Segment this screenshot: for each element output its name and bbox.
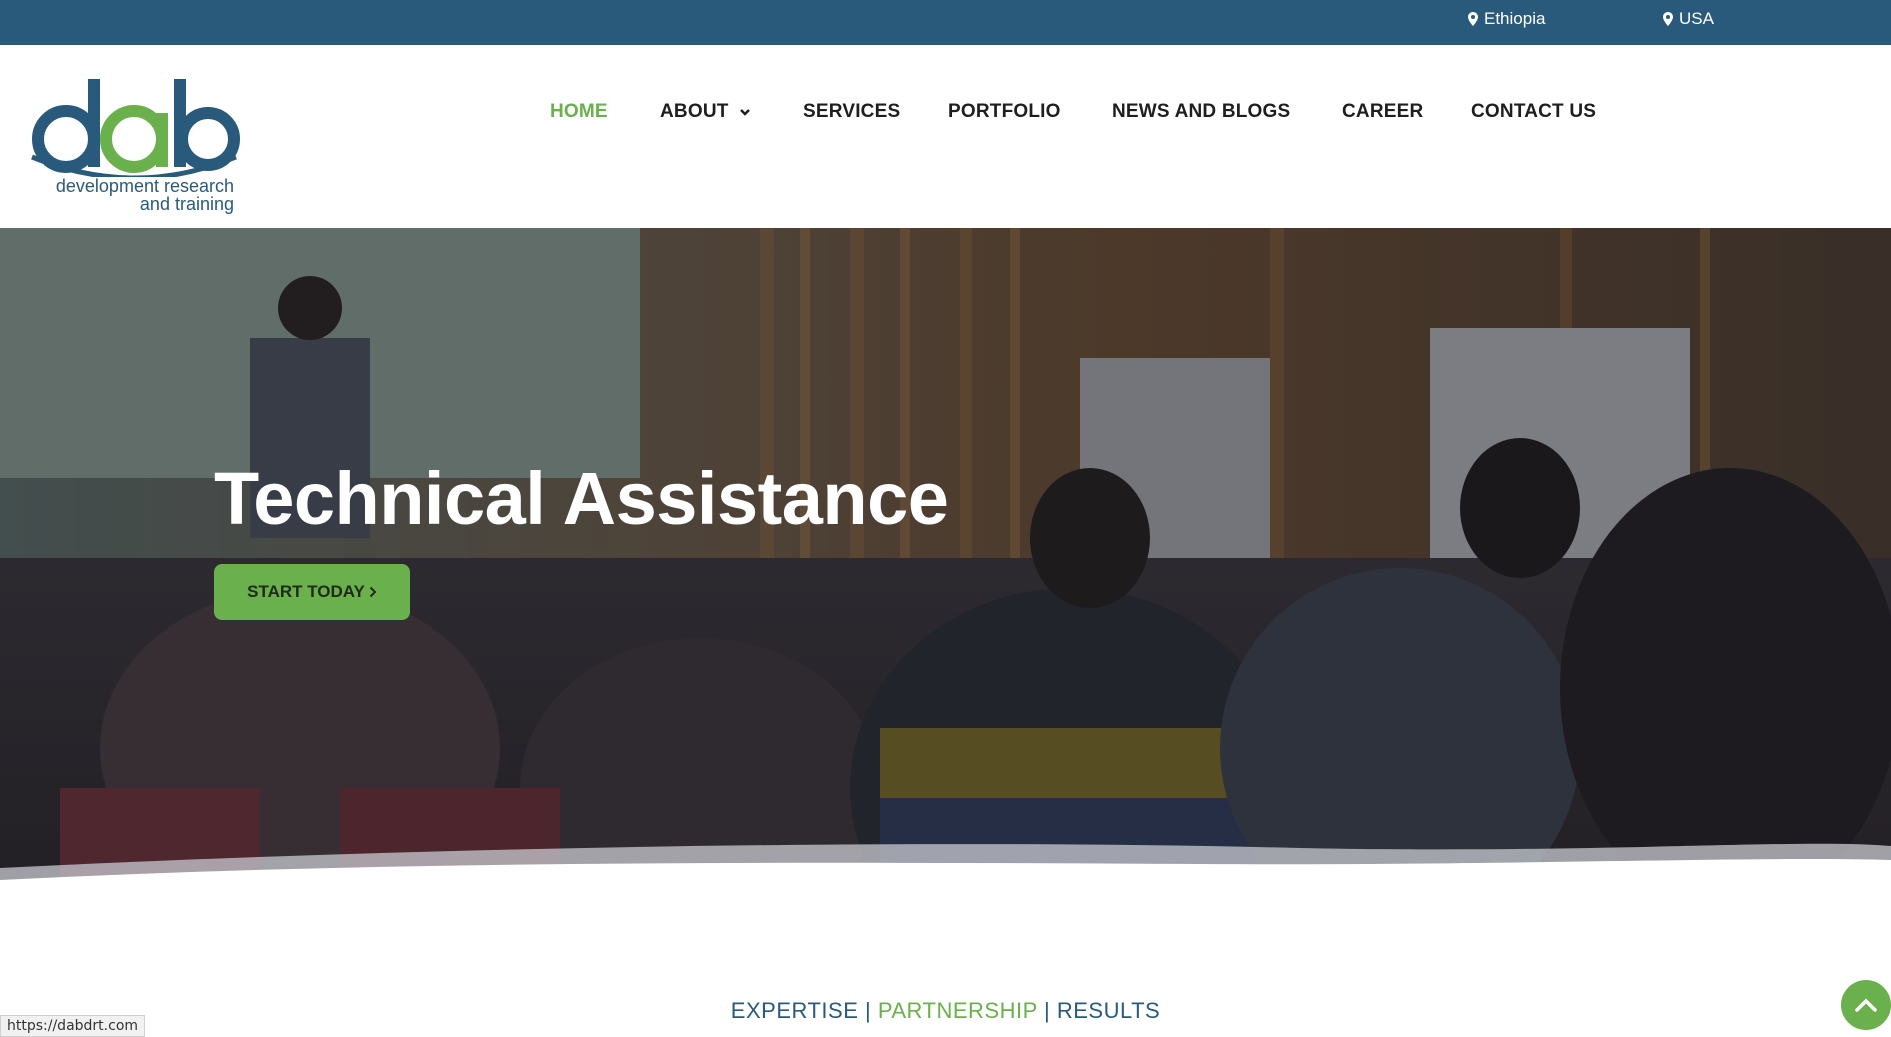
nav-item-services[interactable]: SERVICES: [803, 101, 900, 123]
hero-wave-divider: [0, 843, 1891, 908]
logo-tagline-line1: development research: [55, 176, 234, 196]
top-bar: Ethiopia USA: [0, 0, 1891, 45]
tagline-separator: |: [858, 998, 878, 1023]
nav-item-home[interactable]: HOME: [550, 101, 608, 123]
start-today-button[interactable]: START TODAY: [214, 564, 410, 620]
site-logo[interactable]: development research and training: [30, 73, 240, 223]
tagline: EXPERTISE | PARTNERSHIP | RESULTS: [0, 998, 1891, 1024]
tagline-results: RESULTS: [1056, 998, 1161, 1023]
tagline-partnership: PARTNERSHIP: [877, 998, 1038, 1023]
location-link-ethiopia[interactable]: Ethiopia: [1468, 9, 1545, 29]
hero-title: Technical Assistance: [214, 457, 949, 540]
map-marker-icon: [1468, 12, 1478, 26]
logo-tagline-line2: and training: [139, 194, 234, 214]
nav-item-about[interactable]: ABOUT: [660, 101, 751, 123]
chevron-up-icon: [1855, 998, 1877, 1012]
map-marker-icon: [1663, 12, 1673, 26]
scroll-to-top-button[interactable]: [1841, 980, 1891, 1030]
nav-item-contact-us[interactable]: CONTACT US: [1471, 101, 1596, 123]
tagline-separator: |: [1037, 998, 1057, 1023]
hero-section: Technical Assistance START TODAY: [0, 228, 1891, 908]
nav-item-label: ABOUT: [660, 101, 729, 122]
site-header: development research and training HOME A…: [0, 45, 1891, 228]
location-label: Ethiopia: [1484, 9, 1546, 28]
start-today-label: START TODAY: [247, 582, 365, 601]
chevron-down-icon: [739, 109, 750, 116]
nav-item-career[interactable]: CAREER: [1342, 101, 1423, 123]
status-bar-url: https://dabdrt.com: [0, 1015, 146, 1037]
chevron-right-icon: [369, 586, 377, 598]
main-nav: HOME ABOUT SERVICES PORTFOLIO NEWS AND B…: [0, 101, 1891, 131]
location-link-usa[interactable]: USA: [1663, 9, 1714, 29]
nav-item-portfolio[interactable]: PORTFOLIO: [948, 101, 1061, 123]
nav-item-news-and-blogs[interactable]: NEWS AND BLOGS: [1112, 101, 1290, 123]
tagline-expertise: EXPERTISE: [730, 998, 859, 1023]
logo-tagline: development research and training: [30, 177, 234, 213]
location-label: USA: [1679, 9, 1714, 28]
